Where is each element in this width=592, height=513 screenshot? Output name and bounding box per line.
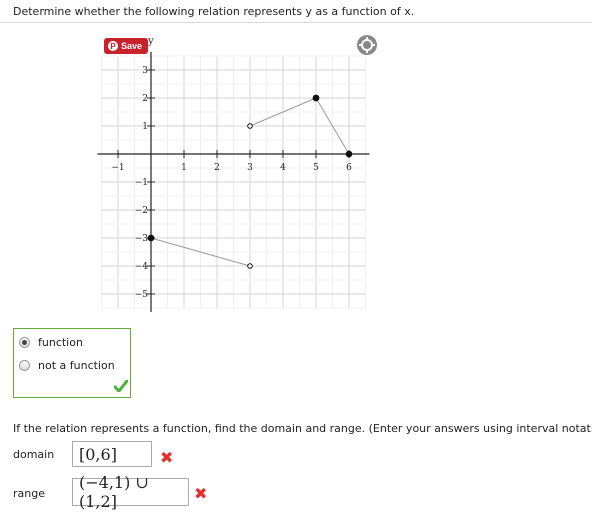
instruction-text: If the relation represents a function, f… — [13, 422, 592, 435]
range-label: range — [13, 487, 45, 500]
domain-input[interactable]: [0,6] — [72, 441, 152, 467]
x-tick-label: 6 — [346, 163, 352, 173]
divider — [0, 22, 592, 23]
y-tick-label: 1 — [142, 122, 148, 132]
closed-point — [312, 94, 320, 102]
closed-point — [345, 150, 353, 158]
closed-point — [147, 234, 155, 242]
range-incorrect-icon: ✖ — [194, 484, 208, 503]
y-tick-label: −1 — [135, 178, 148, 188]
range-input[interactable]: (−4,1) ∪ (1,2] — [72, 473, 189, 511]
domain-label: domain — [13, 448, 55, 461]
answer-choices: function not a function — [13, 328, 131, 398]
y-tick-label: −3 — [135, 234, 149, 244]
open-point — [247, 123, 253, 129]
option-not-a-function-label: not a function — [38, 359, 115, 372]
zoom-icon[interactable] — [356, 34, 378, 56]
pinterest-icon: P — [108, 41, 118, 51]
graph-area: xy−1123456321−1−2−3−4−5 P Save — [90, 30, 384, 330]
option-not-a-function[interactable]: not a function — [19, 359, 115, 372]
y-tick-label: −5 — [135, 290, 149, 300]
x-tick-label: 2 — [214, 163, 220, 173]
radio-not-a-function[interactable] — [19, 360, 30, 371]
save-button[interactable]: P Save — [104, 38, 149, 54]
radio-function[interactable] — [19, 337, 30, 348]
x-tick-label: −1 — [111, 163, 124, 173]
question-text: Determine whether the following relation… — [13, 5, 415, 18]
option-function[interactable]: function — [19, 336, 83, 349]
save-button-label: Save — [121, 41, 143, 51]
relation-graph: xy−1123456321−1−2−3−4−5 — [97, 36, 384, 312]
y-tick-label: 2 — [142, 94, 148, 104]
option-function-label: function — [38, 336, 83, 349]
open-point — [247, 263, 253, 269]
domain-incorrect-icon: ✖ — [160, 448, 174, 467]
y-tick-label: −2 — [135, 206, 148, 216]
y-axis-label: y — [147, 36, 154, 47]
y-tick-label: −4 — [135, 262, 149, 272]
x-tick-label: 5 — [313, 163, 319, 173]
x-tick-label: 3 — [247, 163, 253, 173]
y-tick-label: 3 — [142, 66, 148, 76]
x-tick-label: 1 — [181, 163, 187, 173]
x-tick-label: 4 — [280, 163, 286, 173]
correct-check-icon — [114, 380, 128, 392]
